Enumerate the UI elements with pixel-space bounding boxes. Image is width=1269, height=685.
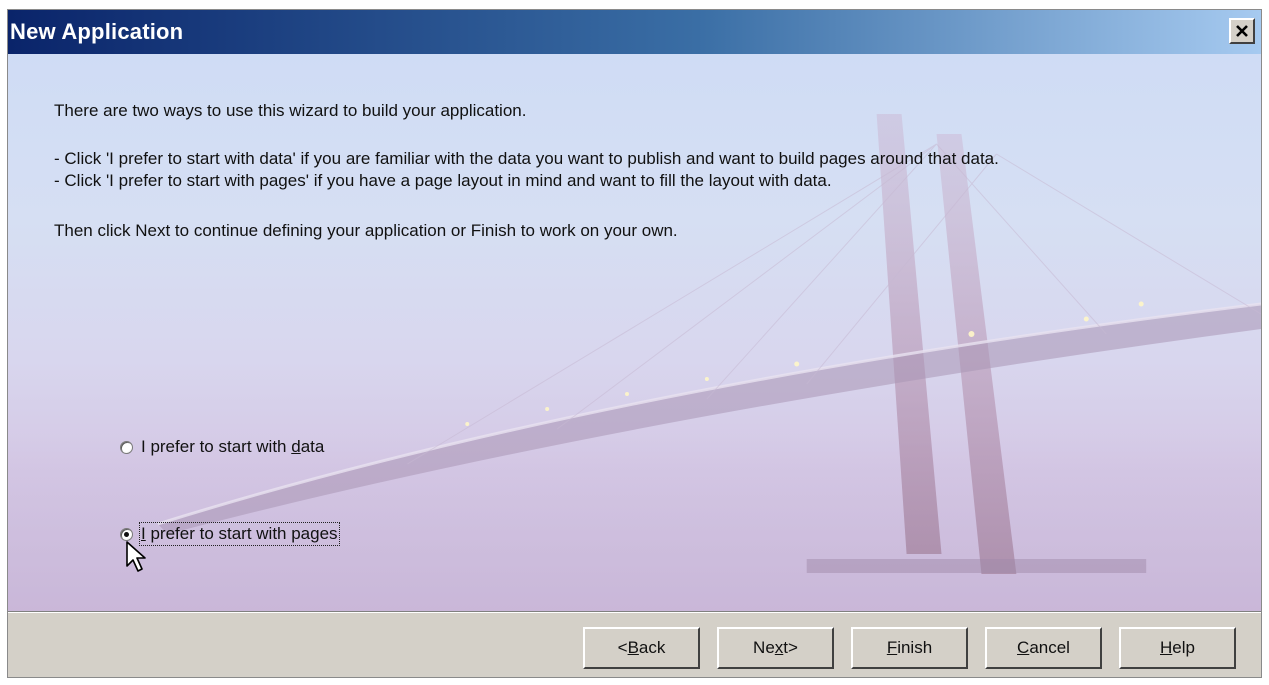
wizard-instructions: There are two ways to use this wizard to… (54, 100, 1054, 242)
radio-label-pages[interactable]: I prefer to start with pages (139, 522, 340, 546)
new-application-dialog: New Application There are two ways to us… (7, 9, 1262, 678)
back-button[interactable]: < Back (583, 627, 700, 669)
instruction-start-with-data: - Click 'I prefer to start with data' if… (54, 149, 999, 168)
window-title: New Application (10, 19, 184, 44)
cancel-button[interactable]: Cancel (985, 627, 1102, 669)
close-icon (1236, 25, 1248, 37)
instruction-next-finish: Then click Next to continue defining you… (54, 221, 678, 240)
radio-start-with-data[interactable]: I prefer to start with data (120, 437, 324, 457)
finish-button[interactable]: Finish (851, 627, 968, 669)
radio-button-checked[interactable] (120, 527, 133, 541)
radio-button-unchecked[interactable] (120, 440, 133, 454)
next-button[interactable]: Ne x t> (717, 627, 834, 669)
instruction-start-with-pages: - Click 'I prefer to start with pages' i… (54, 171, 832, 190)
intro-line: There are two ways to use this wizard to… (54, 101, 527, 120)
help-button[interactable]: Help (1119, 627, 1236, 669)
mouse-pointer-icon (126, 541, 146, 572)
title-bar[interactable]: New Application (8, 10, 1261, 54)
radio-start-with-pages[interactable]: I prefer to start with pages (120, 522, 340, 546)
button-bar-separator (8, 611, 1261, 613)
close-button[interactable] (1229, 18, 1255, 44)
radio-label-data[interactable]: I prefer to start with data (141, 437, 324, 457)
wizard-content-area: There are two ways to use this wizard to… (8, 54, 1261, 611)
